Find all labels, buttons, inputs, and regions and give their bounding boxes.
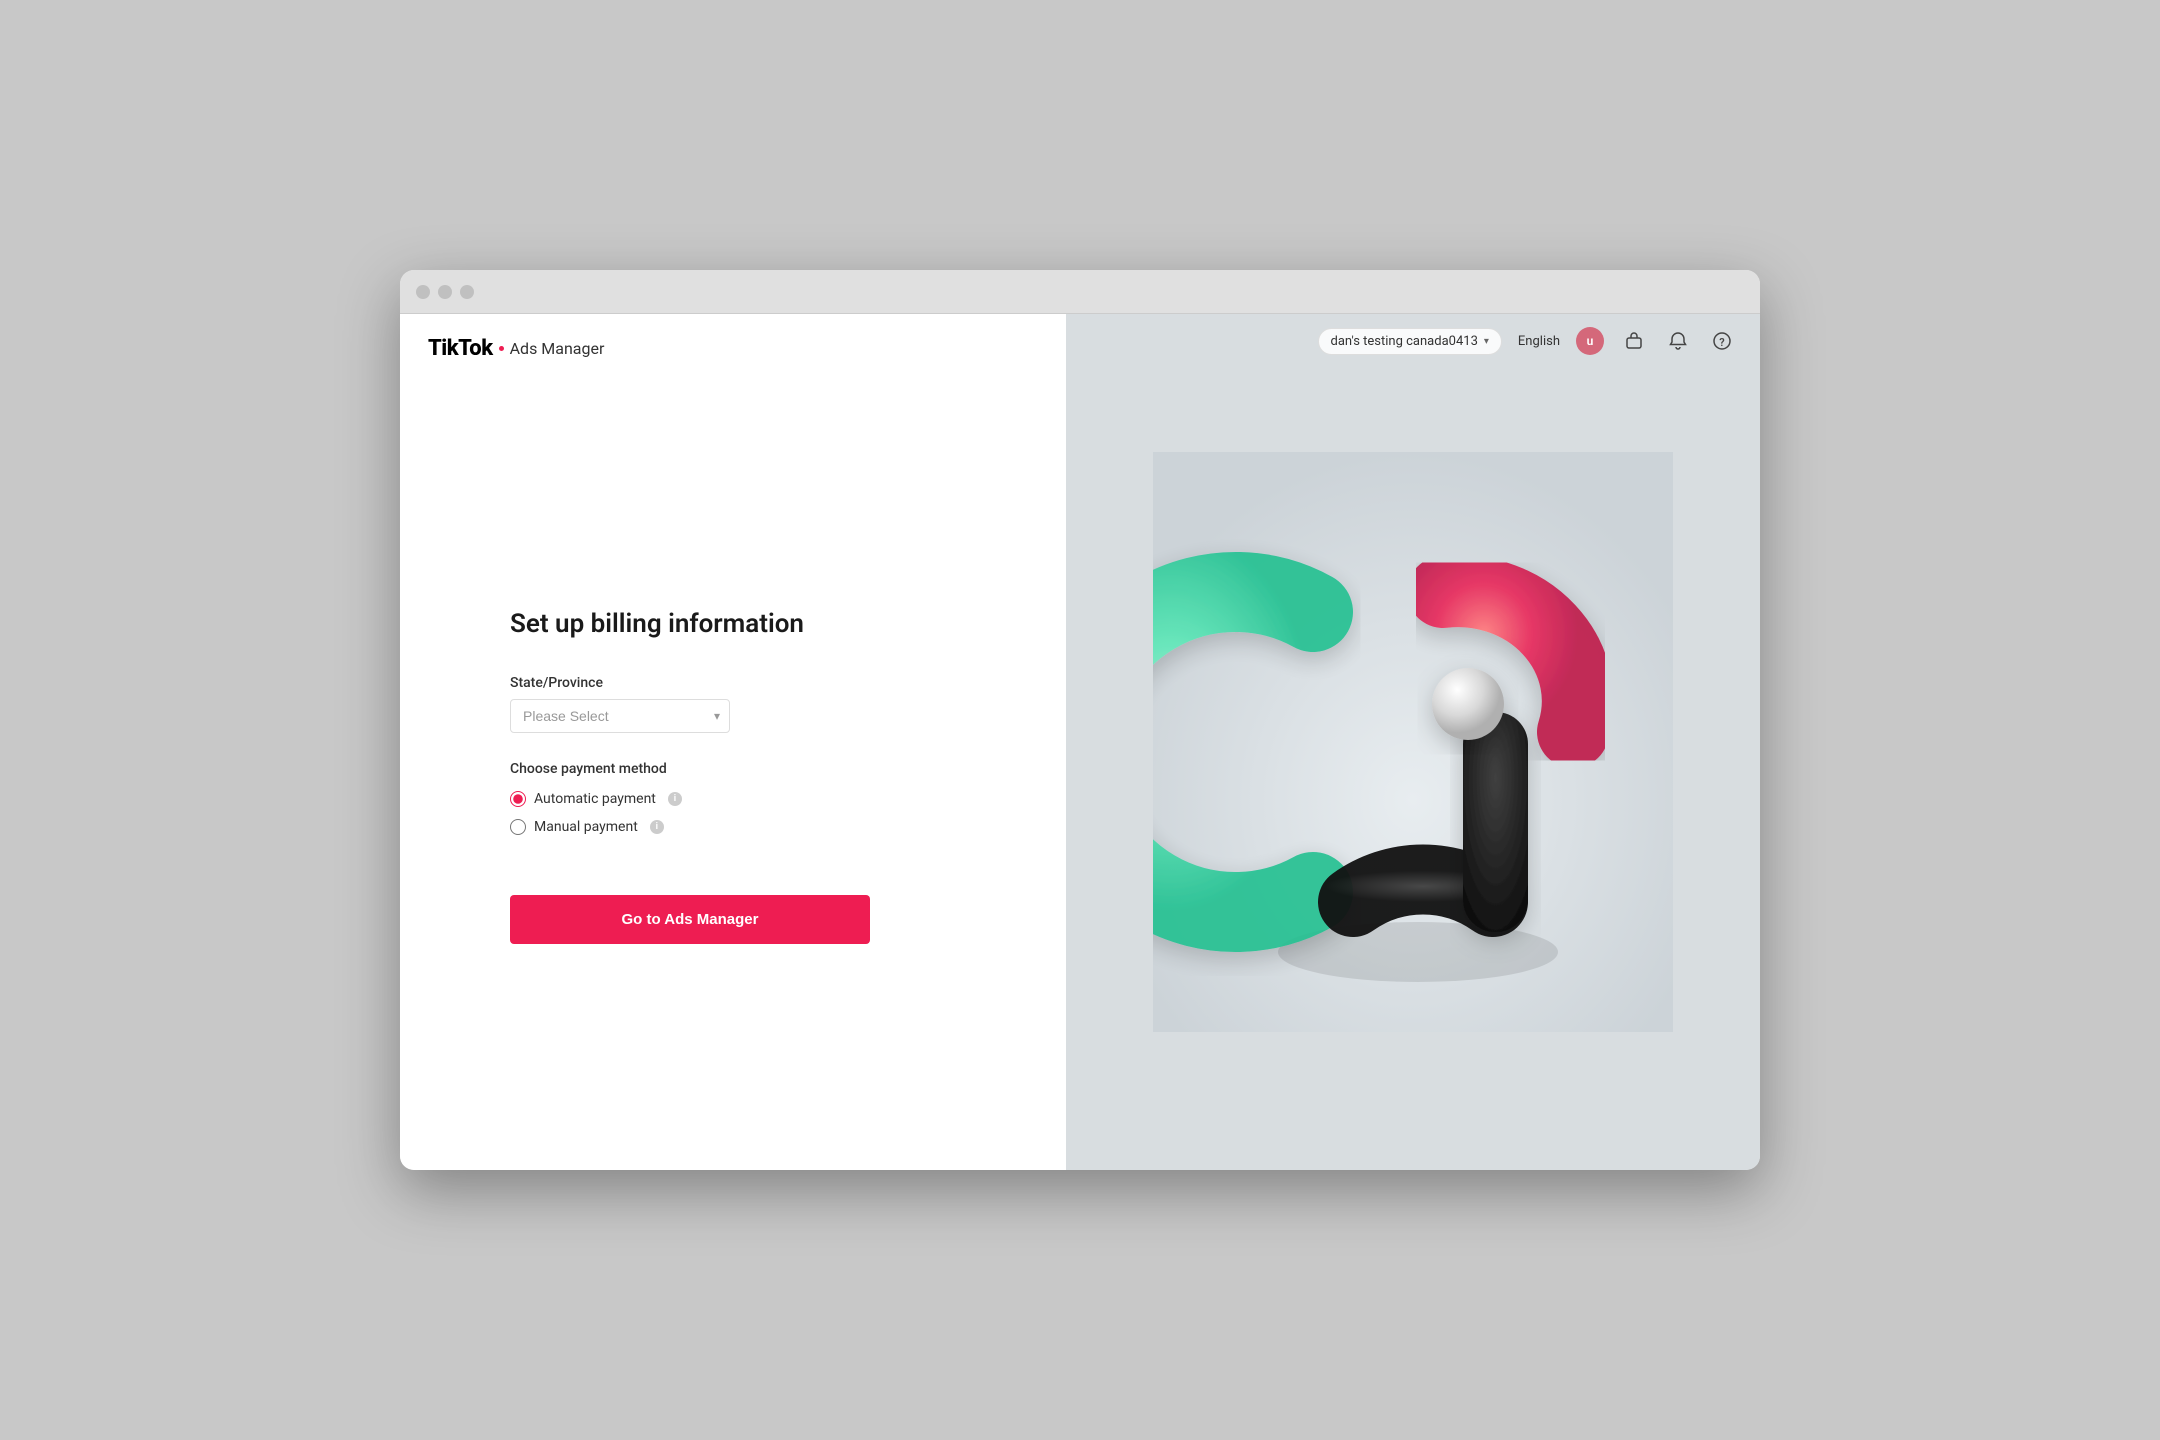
window-content: TikTok Ads Manager Set up billing inform…	[400, 314, 1760, 1170]
logo-container: TikTok Ads Manager	[428, 336, 1038, 361]
state-province-select[interactable]: Please Select	[510, 699, 730, 733]
traffic-light-minimize[interactable]	[438, 285, 452, 299]
bell-icon[interactable]	[1664, 327, 1692, 355]
manual-payment-label: Manual payment	[534, 819, 638, 835]
automatic-payment-option[interactable]: Automatic payment i	[510, 791, 956, 807]
decorative-art	[1153, 452, 1673, 1032]
art-container	[1066, 314, 1760, 1170]
form-title: Set up billing information	[510, 609, 956, 639]
avatar[interactable]: u	[1576, 327, 1604, 355]
logo-ads: Ads Manager	[510, 339, 605, 358]
help-icon[interactable]: ?	[1708, 327, 1736, 355]
manual-payment-radio[interactable]	[510, 819, 526, 835]
manual-payment-info-icon[interactable]: i	[650, 820, 664, 834]
payment-method-group: Choose payment method Automatic payment …	[510, 761, 956, 835]
top-nav: dan's testing canada0413 ▾ English u	[1066, 314, 1760, 368]
logo-dot	[499, 346, 504, 351]
state-select-wrapper: Please Select ▾	[510, 699, 730, 733]
state-province-group: State/Province Please Select ▾	[510, 675, 956, 733]
payment-radio-group: Automatic payment i Manual payment i	[510, 791, 956, 835]
right-panel: dan's testing canada0413 ▾ English u	[1066, 314, 1760, 1170]
header: TikTok Ads Manager	[400, 314, 1066, 383]
account-chevron-icon: ▾	[1484, 336, 1489, 347]
automatic-payment-label: Automatic payment	[534, 791, 656, 807]
form-area: Set up billing information State/Provinc…	[400, 383, 1066, 1170]
automatic-payment-radio[interactable]	[510, 791, 526, 807]
left-panel: TikTok Ads Manager Set up billing inform…	[400, 314, 1066, 1170]
briefcase-icon[interactable]	[1620, 327, 1648, 355]
go-to-ads-manager-button[interactable]: Go to Ads Manager	[510, 895, 870, 944]
svg-text:?: ?	[1719, 336, 1724, 349]
traffic-lights	[416, 285, 474, 299]
manual-payment-option[interactable]: Manual payment i	[510, 819, 956, 835]
state-province-label: State/Province	[510, 675, 956, 691]
account-name: dan's testing canada0413	[1331, 334, 1478, 349]
title-bar	[400, 270, 1760, 314]
traffic-light-maximize[interactable]	[460, 285, 474, 299]
traffic-light-close[interactable]	[416, 285, 430, 299]
automatic-payment-info-icon[interactable]: i	[668, 792, 682, 806]
payment-method-label: Choose payment method	[510, 761, 956, 777]
language-selector[interactable]: English	[1518, 334, 1560, 349]
mac-window: TikTok Ads Manager Set up billing inform…	[400, 270, 1760, 1170]
account-selector[interactable]: dan's testing canada0413 ▾	[1318, 328, 1502, 355]
logo-tiktok: TikTok	[428, 336, 493, 361]
